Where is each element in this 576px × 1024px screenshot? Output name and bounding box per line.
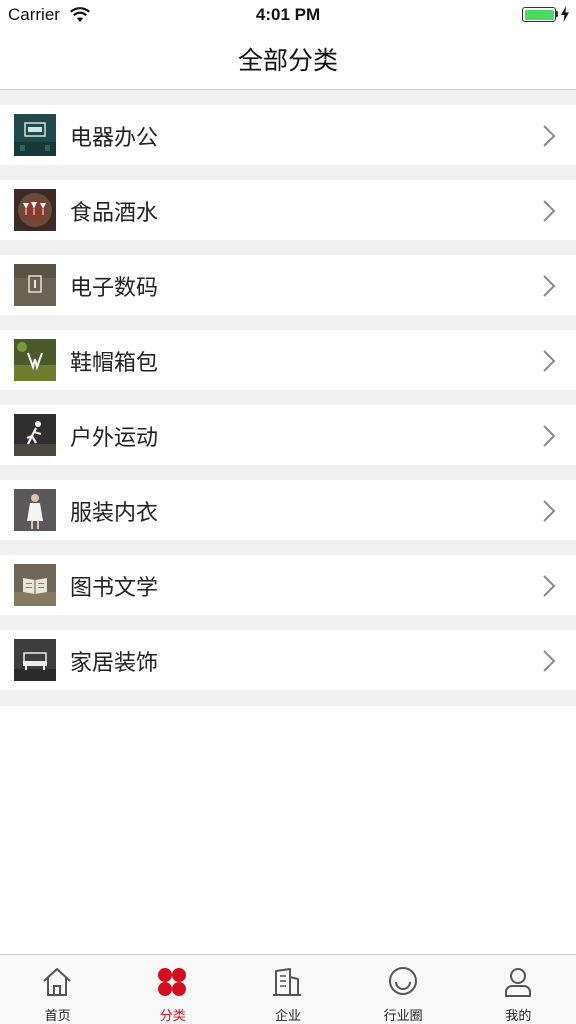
shoes-bags-thumbnail (14, 339, 56, 381)
outdoor-sports-thumbnail (14, 414, 56, 456)
category-label: 电器办公 (70, 126, 159, 151)
tab-industry-circle[interactable]: 行业圈 (346, 955, 461, 1024)
clover-icon (158, 968, 187, 996)
category-label: 服装内衣 (70, 501, 159, 526)
chevron-right-icon (543, 275, 556, 297)
chevron-right-icon (543, 575, 556, 597)
category-label: 食品酒水 (70, 201, 159, 226)
category-row-shoes-bags[interactable]: 鞋帽箱包 (0, 330, 576, 390)
category-label: 鞋帽箱包 (70, 351, 159, 376)
chevron-right-icon (543, 200, 556, 222)
category-label: 家居装饰 (70, 651, 159, 676)
category-row-apparel[interactable]: 服装内衣 (0, 480, 576, 540)
smile-circle-icon (388, 967, 417, 995)
tab-bar: 首页 分类 企业 行业圈 我的 (0, 954, 576, 1024)
category-label: 电子数码 (70, 276, 159, 301)
chevron-right-icon (543, 500, 556, 522)
home-icon (43, 968, 71, 996)
tab-enterprise[interactable]: 企业 (230, 955, 345, 1024)
category-row-outdoor-sports[interactable]: 户外运动 (0, 405, 576, 465)
category-row-books[interactable]: 图书文学 (0, 555, 576, 615)
category-list: 电器办公 食品酒水 电子数码 鞋帽箱包 户外运动 服装内衣 图书文学 家居装饰 (0, 90, 576, 706)
battery-level-fill (524, 9, 554, 20)
tab-label: 首页 (44, 1009, 71, 1024)
battery-cap (556, 11, 558, 17)
chevron-right-icon (543, 425, 556, 447)
page-title: 全部分类 (237, 46, 338, 75)
content-area: 电器办公 食品酒水 电子数码 鞋帽箱包 户外运动 服装内衣 图书文学 家居装饰 (0, 90, 576, 954)
person-icon (504, 968, 531, 997)
category-row-food-drinks[interactable]: 食品酒水 (0, 180, 576, 240)
category-row-electronics[interactable]: 电子数码 (0, 255, 576, 315)
chevron-right-icon (543, 350, 556, 372)
chevron-right-icon (543, 125, 556, 147)
electrical-office-thumbnail (14, 114, 56, 156)
books-thumbnail (14, 564, 56, 606)
food-drinks-thumbnail (14, 189, 56, 231)
building-icon (273, 968, 302, 996)
tab-label: 分类 (159, 1009, 186, 1024)
charging-bolt-icon (561, 6, 569, 22)
status-bar: Carrier 4:01 PM (0, 0, 576, 30)
navigation-bar: 全部分类 (0, 30, 576, 90)
electronics-thumbnail (14, 264, 56, 306)
category-row-home-decor[interactable]: 家居装饰 (0, 630, 576, 690)
tab-category[interactable]: 分类 (115, 955, 230, 1024)
apparel-thumbnail (14, 489, 56, 531)
tab-label: 企业 (274, 1009, 301, 1024)
category-row-electrical-office[interactable]: 电器办公 (0, 105, 576, 165)
home-decor-thumbnail (14, 639, 56, 681)
tab-label: 行业圈 (383, 1009, 423, 1024)
tab-label: 我的 (505, 1009, 532, 1024)
tab-mine[interactable]: 我的 (461, 955, 576, 1024)
category-label: 图书文学 (70, 576, 159, 601)
chevron-right-icon (543, 650, 556, 672)
category-label: 户外运动 (70, 426, 159, 451)
battery-icon (522, 7, 556, 22)
status-time: 4:01 PM (255, 5, 321, 24)
tab-home[interactable]: 首页 (0, 955, 115, 1024)
